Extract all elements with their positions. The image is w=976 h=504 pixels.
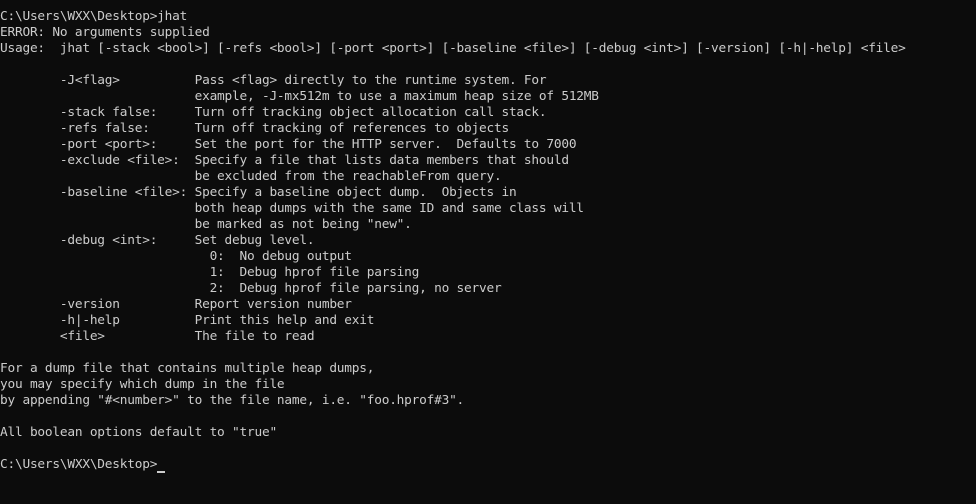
option-line: -port <port>: Set the port for the HTTP … (0, 137, 577, 152)
option-line: be excluded from the reachableFrom query… (0, 169, 502, 184)
option-line: -exclude <file>: Specify a file that lis… (0, 153, 569, 168)
option-line: -h|-help Print this help and exit (0, 313, 375, 328)
prompt-text: C:\Users\WXX\Desktop> (0, 457, 158, 472)
note-line: you may specify which dump in the file (0, 377, 285, 392)
option-line: -J<flag> Pass <flag> directly to the run… (0, 73, 547, 88)
note-line: All boolean options default to "true" (0, 425, 277, 440)
option-line: -debug <int>: Set debug level. (0, 233, 315, 248)
debug-level-line: 1: Debug hprof file parsing (0, 265, 420, 280)
option-line: -stack false: Turn off tracking object a… (0, 105, 547, 120)
error-line: ERROR: No arguments supplied (0, 25, 210, 40)
option-line: be marked as not being "new". (0, 217, 412, 232)
current-prompt-line[interactable]: C:\Users\WXX\Desktop> (0, 457, 166, 473)
text-cursor (157, 471, 166, 473)
console-window[interactable]: C:\Users\WXX\Desktop>jhat ERROR: No argu… (0, 0, 976, 504)
option-line: both heap dumps with the same ID and sam… (0, 201, 584, 216)
option-line: -refs false: Turn off tracking of refere… (0, 121, 509, 136)
option-line: -baseline <file>: Specify a baseline obj… (0, 185, 517, 200)
note-line: by appending "#<number>" to the file nam… (0, 393, 465, 408)
option-line: example, -J-mx512m to use a maximum heap… (0, 89, 599, 104)
prompt-line: C:\Users\WXX\Desktop>jhat (0, 9, 188, 24)
option-line: <file> The file to read (0, 329, 315, 344)
option-line: -version Report version number (0, 297, 352, 312)
debug-level-line: 0: No debug output (0, 249, 352, 264)
debug-level-line: 2: Debug hprof file parsing, no server (0, 281, 502, 296)
usage-line: Usage: jhat [-stack <bool>] [-refs <bool… (0, 41, 906, 56)
note-line: For a dump file that contains multiple h… (0, 361, 375, 376)
